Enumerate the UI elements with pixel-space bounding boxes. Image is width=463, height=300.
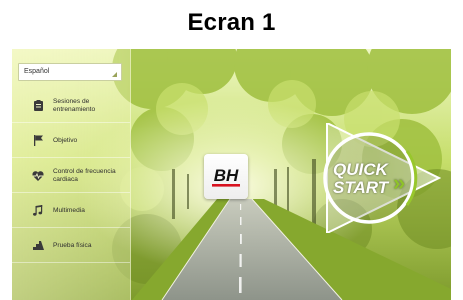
menu-item-fitness-test[interactable]: Prueba física xyxy=(12,229,130,263)
bh-logo-text: BH xyxy=(214,166,239,185)
language-select[interactable]: Español xyxy=(18,63,122,81)
quick-start-label-2: START xyxy=(333,178,389,197)
menu-item-label: Sesiones de entrenamiento xyxy=(53,98,96,113)
menu-item-label: Prueba física xyxy=(53,241,92,249)
music-note-icon xyxy=(31,204,45,218)
side-menu-panel: Español Sesiones de entrenamiento Objeti… xyxy=(12,49,131,300)
stairs-icon xyxy=(31,239,45,253)
dropdown-caret-icon xyxy=(112,72,117,77)
quick-start-button[interactable]: QUICK START » xyxy=(311,123,441,233)
menu-item-label: Multimedia xyxy=(53,206,85,214)
menu-item-heart-rate[interactable]: Control de frecuencia cardiaca xyxy=(12,159,130,193)
menu-item-sessions[interactable]: Sesiones de entrenamiento xyxy=(12,89,130,123)
menu-item-objective[interactable]: Objetivo xyxy=(12,124,130,158)
language-select-value: Español xyxy=(24,68,50,75)
console-screen: Español Sesiones de entrenamiento Objeti… xyxy=(12,49,451,300)
menu-item-label: Objetivo xyxy=(53,136,78,144)
clipboard-icon xyxy=(31,99,45,113)
heart-rate-icon xyxy=(31,169,45,183)
bh-logo-mark: BH xyxy=(212,166,240,187)
flag-icon xyxy=(31,134,45,148)
chevrons-right-icon: » xyxy=(393,170,406,195)
menu-item-label: Control de frecuencia cardiaca xyxy=(53,168,116,183)
menu-item-multimedia[interactable]: Multimedia xyxy=(12,194,130,228)
bh-logo: BH xyxy=(204,154,248,199)
screen-caption: Ecran 1 xyxy=(187,9,276,36)
quick-start-label-1: QUICK xyxy=(333,160,388,179)
